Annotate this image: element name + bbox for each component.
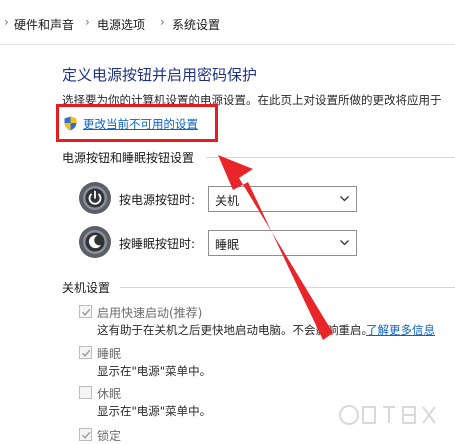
sleep-button-icon xyxy=(79,226,111,258)
breadcrumb-item-power-options[interactable]: 电源选项 xyxy=(97,16,145,33)
chevron-down-icon xyxy=(340,240,349,246)
chevron-down-icon xyxy=(340,196,349,202)
sleep-button-label: 按睡眠按钮时: xyxy=(119,237,196,251)
sleep-button-action-select[interactable]: 睡眠 xyxy=(208,230,357,256)
page-title: 定义电源按钮并启用密码保护 xyxy=(62,66,258,84)
fast-startup-label: 启用快速启动(推荐) xyxy=(97,306,203,320)
lock-checkbox[interactable] xyxy=(79,428,92,441)
breadcrumb-separator: › xyxy=(4,15,9,29)
breadcrumb-item-system-settings[interactable]: 系统设置 xyxy=(172,16,220,33)
hibernate-option-label: 休眠 xyxy=(97,387,122,401)
sleep-checkbox[interactable] xyxy=(79,346,92,359)
lock-option-label: 锁定 xyxy=(97,429,122,443)
power-button-label: 按电源按钮时: xyxy=(119,193,196,207)
section-heading-power-buttons: 电源按钮和睡眠按钮设置 xyxy=(62,151,195,165)
breadcrumb: › 硬件和声音 › 电源选项 › 系统设置 xyxy=(0,0,455,45)
watermark-logo xyxy=(339,405,436,425)
hibernate-option-description: 显示在"电源"菜单中。 xyxy=(97,404,212,418)
power-button-action-value: 关机 xyxy=(215,194,240,208)
power-button-icon xyxy=(79,182,111,214)
sleep-button-action-value: 睡眠 xyxy=(215,238,240,252)
breadcrumb-separator: › xyxy=(160,15,165,29)
highlight-box xyxy=(56,104,218,142)
learn-more-link[interactable]: 了解更多信息 xyxy=(366,322,435,338)
fast-startup-description: 这有助于在关机之后更快地启动电脑。不会影响重启。 xyxy=(97,323,373,337)
fast-startup-checkbox[interactable] xyxy=(79,305,92,318)
section-divider xyxy=(120,287,455,288)
sleep-option-description: 显示在"电源"菜单中。 xyxy=(97,364,212,378)
section-heading-shutdown: 关机设置 xyxy=(62,281,111,295)
power-button-action-select[interactable]: 关机 xyxy=(208,186,357,212)
section-divider xyxy=(206,157,455,158)
sleep-option-label: 睡眠 xyxy=(97,347,122,361)
hibernate-checkbox[interactable] xyxy=(79,386,92,399)
breadcrumb-item-hardware-sound[interactable]: 硬件和声音 xyxy=(14,16,74,33)
breadcrumb-separator: › xyxy=(85,15,90,29)
